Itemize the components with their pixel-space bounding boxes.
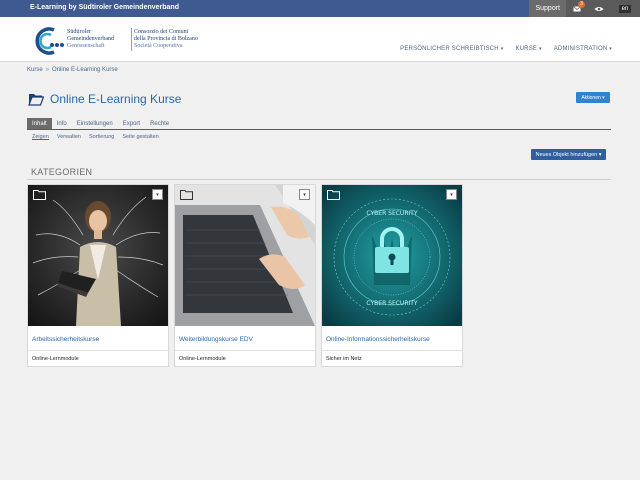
cyber-security-illustration: CYBER SECURITY CYBER SECURITY (322, 185, 462, 326)
card-title[interactable]: Online-Informationssicherheitskurse (326, 336, 430, 343)
card-description: Online-Lernmodule (179, 356, 226, 362)
nav-item-personal-desktop[interactable]: Persönlicher Schreibtisch ▾ (400, 46, 503, 52)
caret-down-icon: ▾ (156, 191, 159, 198)
page-header: Online E-Learning Kurse (28, 92, 181, 106)
category-card[interactable]: ▾ Weiterbildungskurse EDV Online-Lernmod… (174, 184, 316, 367)
view-button[interactable] (588, 0, 610, 17)
section-heading: KATEGORIEN (31, 167, 93, 177)
logo-text-german: Südtiroler Gemeindenverband Genossenscha… (67, 29, 114, 50)
nav-item-administration[interactable]: Administration ▾ (554, 46, 612, 52)
top-bar-tools: Support 3 en (529, 0, 640, 17)
caret-down-icon: ▾ (500, 46, 504, 52)
nav-label: Administration (553, 46, 608, 52)
mail-count-badge: 3 (578, 1, 585, 8)
header: Südtiroler Gemeindenverband Genossenscha… (0, 17, 640, 62)
logo-it-line1: Consorzio dei Comuni (134, 29, 189, 35)
main-nav: Persönlicher Schreibtisch ▾ Kurse ▾ Admi… (400, 46, 612, 52)
card-divider (28, 350, 168, 351)
caret-down-icon: ▾ (598, 151, 602, 158)
add-new-object-button[interactable]: Neues Objekt hinzufügen ▾ (531, 149, 606, 160)
subtab-bar: Zeigen Verwalten Sortierung Seite gestal… (32, 134, 159, 140)
caret-down-icon: ▾ (602, 94, 605, 101)
card-description: Sicher im Netz (326, 356, 362, 362)
card-dropdown-button[interactable]: ▾ (446, 189, 457, 200)
card-dropdown-button[interactable]: ▾ (299, 189, 310, 200)
caret-down-icon: ▾ (538, 46, 542, 52)
mail-button[interactable]: 3 (566, 0, 588, 17)
tab-content[interactable]: Inhalt (27, 118, 52, 129)
card-dropdown-button[interactable]: ▾ (152, 189, 163, 200)
tab-export[interactable]: Export (118, 118, 145, 129)
logo-it-line2: della Provincia di Bolzano (134, 36, 198, 42)
folder-icon (327, 190, 340, 200)
cyber-security-graphic-text: CYBER SECURITY (366, 210, 418, 217)
card-image-laptop[interactable]: ▾ (175, 185, 315, 326)
subtab-show[interactable]: Zeigen (32, 134, 49, 140)
nav-item-courses[interactable]: Kurse ▾ (515, 46, 541, 52)
caret-down-icon: ▾ (450, 191, 453, 198)
section-divider (27, 179, 611, 180)
category-card[interactable]: ▾ Arbeitssicherheitskurse Online-Lernmod… (27, 184, 169, 367)
folder-open-icon (28, 93, 44, 106)
support-link[interactable]: Support (529, 0, 566, 17)
language-code: en (618, 4, 632, 13)
card-image-cyber-security[interactable]: CYBER SECURITY CYBER SECURITY ▾ (322, 185, 462, 326)
eye-icon (594, 6, 604, 11)
logo-divider (131, 28, 132, 51)
tab-permissions[interactable]: Rechte (145, 118, 174, 129)
cyber-security-graphic-text: CYBER SECURITY (366, 300, 418, 307)
site-title[interactable]: E-Learning by Südtiroler Gemeindenverban… (30, 4, 179, 11)
card-title[interactable]: Weiterbildungskurse EDV (179, 336, 253, 343)
subtab-manage[interactable]: Verwalten (57, 134, 81, 140)
breadcrumb-item-current[interactable]: Online E-Learning Kurse (52, 67, 118, 73)
logo-de-line1: Südtiroler (67, 29, 91, 35)
subtab-sorting[interactable]: Sortierung (89, 134, 114, 140)
language-selector[interactable]: en (610, 0, 640, 17)
caret-down-icon: ▾ (303, 191, 306, 198)
logo-icon[interactable] (32, 25, 64, 57)
breadcrumb-item-courses[interactable]: Kurse (27, 67, 43, 73)
top-bar: E-Learning by Südtiroler Gemeindenverban… (0, 0, 640, 17)
logo-text-italian: Consorzio dei Comuni della Provincia di … (134, 29, 198, 50)
businesswoman-illustration (28, 185, 168, 326)
subtab-page-design[interactable]: Seite gestalten (122, 134, 158, 140)
actions-button[interactable]: Aktionen ▾ (576, 92, 610, 103)
category-card[interactable]: CYBER SECURITY CYBER SECURITY ▾ Online-I… (321, 184, 463, 367)
card-image-businesswoman[interactable]: ▾ (28, 185, 168, 326)
actions-label: Aktionen (581, 94, 601, 101)
page-title: Online E-Learning Kurse (50, 92, 182, 106)
folder-icon (33, 190, 46, 200)
tab-bar: Inhalt Info Einstellungen Export Rechte (27, 118, 611, 130)
caret-down-icon: ▾ (609, 46, 612, 52)
card-description: Online-Lernmodule (32, 356, 79, 362)
breadcrumb-separator-icon: » (45, 67, 50, 73)
nav-label: Kurse (515, 46, 538, 52)
tab-settings[interactable]: Einstellungen (72, 118, 118, 129)
logo-it-line3: Società Cooperativa (134, 43, 183, 49)
card-title[interactable]: Arbeitssicherheitskurse (32, 336, 99, 343)
breadcrumb: Kurse» Online E-Learning Kurse (27, 67, 118, 73)
card-divider (322, 350, 462, 351)
logo-de-line3: Genossenschaft (67, 43, 105, 49)
tab-info[interactable]: Info (52, 118, 72, 129)
folder-icon (180, 190, 193, 200)
card-divider (175, 350, 315, 351)
laptop-typing-illustration (175, 185, 315, 326)
nav-label: Persönlicher Schreibtisch (400, 46, 499, 52)
new-object-label: Neues Objekt hinzufügen (535, 151, 598, 158)
logo-de-line2: Gemeindenverband (67, 36, 114, 42)
